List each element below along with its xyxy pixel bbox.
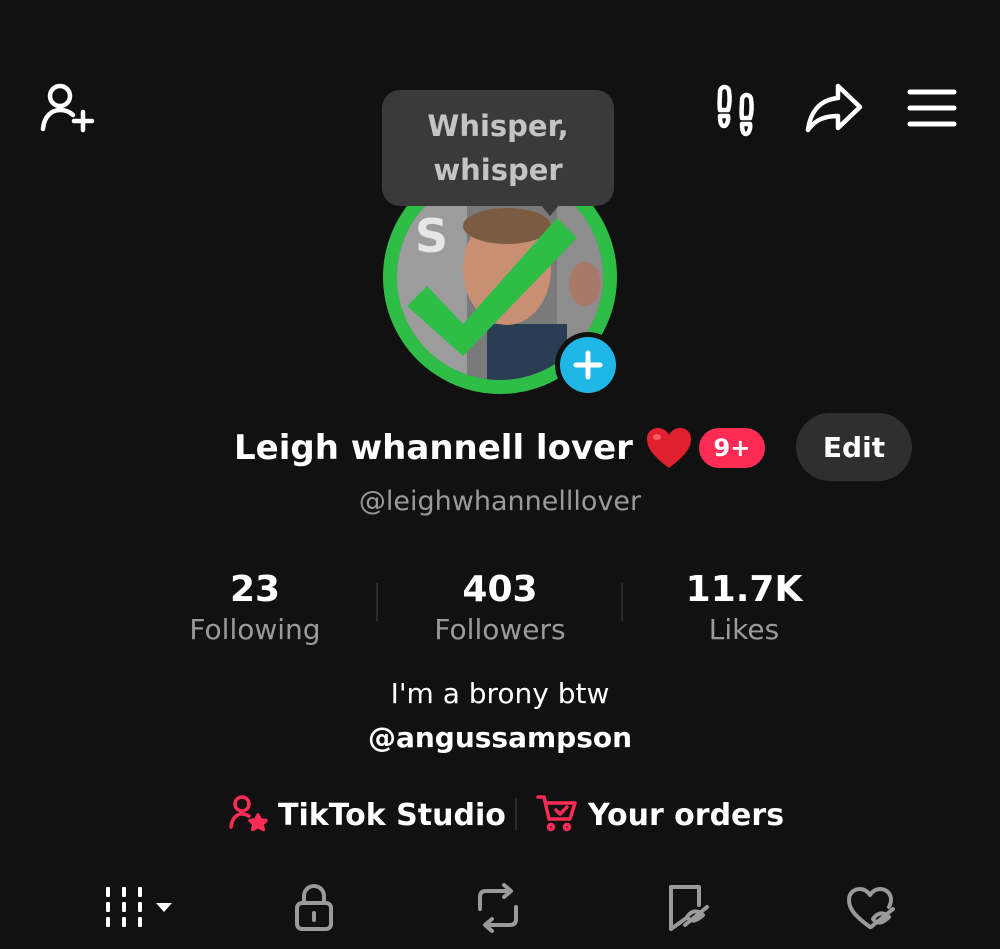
stat-label: Followers xyxy=(434,613,566,646)
tab-reposts[interactable] xyxy=(458,878,538,938)
stat-likes[interactable]: 11.7K Likes xyxy=(644,568,844,648)
repost-icon xyxy=(478,883,518,933)
tiktok-studio-link[interactable]: TikTok Studio xyxy=(228,790,506,840)
creator-star-icon xyxy=(228,793,268,838)
tab-videos[interactable] xyxy=(100,878,180,938)
add-avatar-button[interactable] xyxy=(555,332,621,398)
heart-icon xyxy=(645,426,693,470)
bio-text: I'm a brony btw xyxy=(390,677,610,710)
tooltip-text: Whisper, whisper xyxy=(427,109,569,187)
stat-value: 23 xyxy=(229,569,281,610)
link-label: TikTok Studio xyxy=(278,797,506,833)
liked-icon xyxy=(847,887,895,929)
display-name: Leigh whannell lover xyxy=(234,428,633,468)
stat-followers[interactable]: 403 Followers xyxy=(400,568,600,648)
stat-label: Following xyxy=(189,613,321,646)
tab-private[interactable] xyxy=(274,878,354,938)
link-divider xyxy=(515,798,517,830)
username: @leighwhannelllover xyxy=(358,486,642,517)
tab-liked[interactable] xyxy=(830,878,910,938)
share-icon[interactable] xyxy=(804,78,864,138)
name-row: Leigh whannell lover 9+ xyxy=(234,418,765,478)
notification-badge[interactable]: 9+ xyxy=(698,428,765,468)
favorites-icon xyxy=(669,885,709,931)
stat-value: 11.7K xyxy=(685,569,803,610)
whisper-tooltip: Whisper, whisper xyxy=(382,90,614,206)
cart-icon xyxy=(536,793,578,838)
stat-following[interactable]: 23 Following xyxy=(155,568,355,648)
lock-icon xyxy=(295,884,333,931)
add-friend-icon[interactable] xyxy=(36,78,96,138)
plus-icon xyxy=(573,350,603,380)
link-label: Your orders xyxy=(588,797,785,833)
stat-label: Likes xyxy=(708,613,780,646)
svg-text:S: S xyxy=(415,209,448,263)
bio-mention-link[interactable]: @angussampson xyxy=(0,721,1000,754)
your-orders-link[interactable]: Your orders xyxy=(536,790,784,840)
footprints-icon[interactable] xyxy=(708,78,768,138)
stat-value: 403 xyxy=(462,569,538,610)
edit-profile-button[interactable]: Edit xyxy=(796,413,912,481)
videos-grid-icon xyxy=(106,887,172,927)
tab-favorites[interactable] xyxy=(646,878,726,938)
tooltip-tail xyxy=(540,204,560,216)
stat-divider xyxy=(376,583,378,621)
stat-divider xyxy=(621,583,623,621)
menu-icon[interactable] xyxy=(902,78,962,138)
